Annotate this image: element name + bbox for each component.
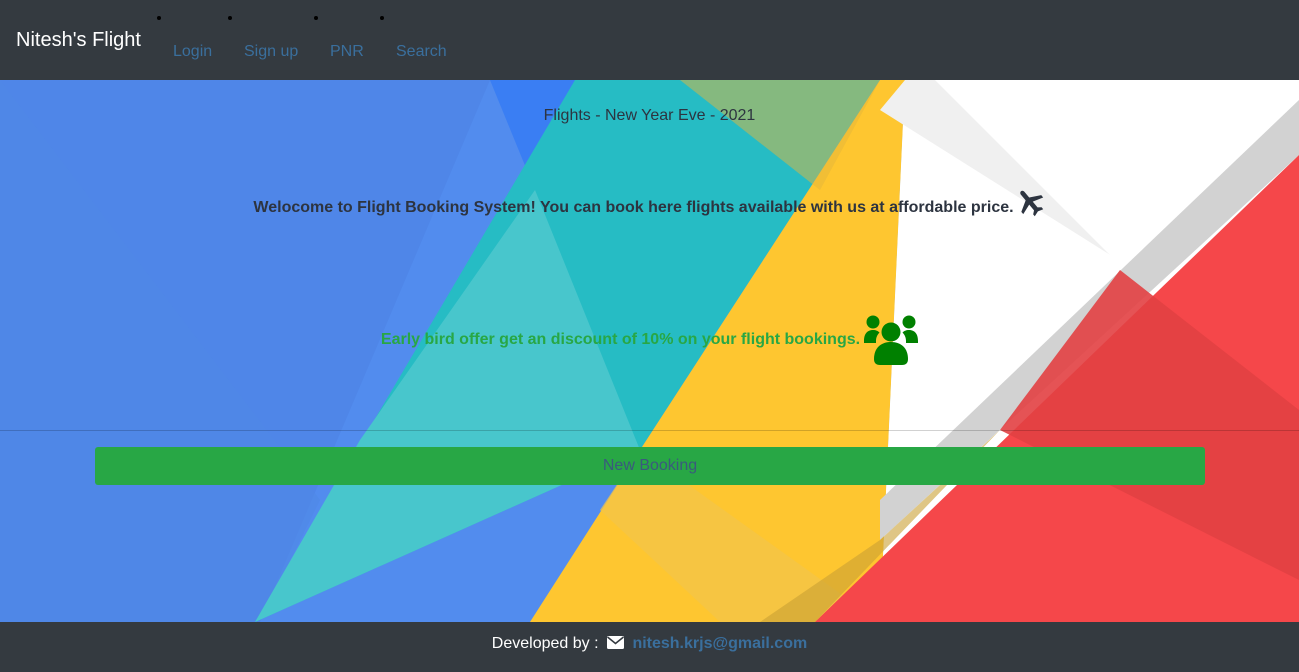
- footer-credit: Developed by : nitesh.krjs@gmail.com: [492, 634, 807, 654]
- bullet-icon: [228, 16, 232, 20]
- navbar: Nitesh's Flight Login Sign up PNR Search: [0, 0, 1299, 80]
- section-divider: [0, 430, 1299, 431]
- bullet-icon: [157, 16, 161, 20]
- welcome-message: Welocome to Flight Booking System! You c…: [253, 199, 1014, 216]
- developer-email-link[interactable]: nitesh.krjs@gmail.com: [632, 635, 807, 652]
- hero-section: Flights - New Year Eve - 2021 Welocome t…: [0, 80, 1299, 622]
- pnr-link[interactable]: PNR: [330, 42, 364, 62]
- users-icon: [864, 315, 919, 365]
- page-subtitle: Flights - New Year Eve - 2021: [543, 107, 756, 124]
- new-booking-button[interactable]: New Booking: [95, 447, 1205, 485]
- brand-title[interactable]: Nitesh's Flight: [16, 28, 141, 52]
- bullet-icon: [314, 16, 318, 20]
- offer-row: Early bird offer get an discount of 10% …: [0, 314, 1299, 366]
- bullet-icon: [380, 16, 384, 20]
- footer: Developed by : nitesh.krjs@gmail.com: [0, 622, 1299, 672]
- search-link[interactable]: Search: [396, 42, 447, 62]
- signup-link[interactable]: Sign up: [244, 42, 298, 62]
- footer-label: Developed by :: [491, 635, 599, 652]
- offer-message: Early bird offer get an discount of 10% …: [380, 331, 861, 348]
- envelope-icon: [606, 636, 624, 649]
- welcome-row: Welocome to Flight Booking System! You c…: [0, 190, 1299, 226]
- login-link[interactable]: Login: [173, 42, 212, 62]
- plane-icon: [1019, 190, 1043, 217]
